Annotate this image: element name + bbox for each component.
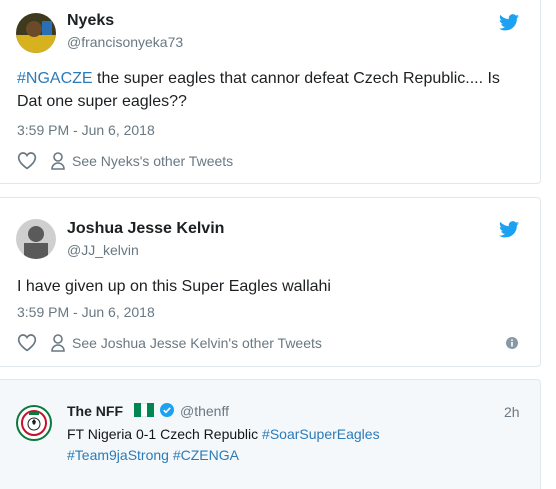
nff-logo-icon[interactable] [16, 405, 52, 441]
author-name[interactable]: Nyeks [67, 12, 114, 30]
hashtag-link[interactable]: #Team9jaStrong [67, 447, 169, 463]
person-icon [51, 151, 65, 170]
nigeria-flag-icon [134, 403, 155, 417]
person-icon [51, 333, 65, 352]
embedded-author-handle[interactable]: @thenff [180, 403, 229, 419]
hashtag-link[interactable]: #NGACZE [17, 70, 93, 87]
tweet-card-joshua: Joshua Jesse Kelvin @JJ_kelvin I have gi… [0, 197, 541, 367]
embedded-tweet-text: FT Nigeria 0-1 Czech Republic #SoarSuper… [67, 424, 507, 466]
tweet-actions: See Nyeks's other Tweets [17, 151, 233, 170]
embedded-timestamp[interactable]: 2h [504, 404, 520, 420]
tweet-text: #NGACZE the super eagles that cannor def… [17, 67, 517, 113]
hashtag-link[interactable]: #SoarSuperEagles [262, 426, 380, 442]
other-tweets-link[interactable]: See Nyeks's other Tweets [72, 153, 233, 169]
avatar[interactable] [16, 13, 56, 53]
other-tweets-link[interactable]: See Joshua Jesse Kelvin's other Tweets [72, 335, 322, 351]
tweet-timestamp[interactable]: 3:59 PM - Jun 6, 2018 [17, 304, 155, 320]
hashtag-link[interactable]: #CZENGA [173, 447, 239, 463]
tweet-text: I have given up on this Super Eagles wal… [17, 278, 331, 295]
info-icon[interactable] [506, 337, 518, 349]
heart-icon[interactable] [17, 333, 37, 352]
author-handle[interactable]: @francisonyeka73 [67, 34, 183, 50]
author-handle[interactable]: @JJ_kelvin [67, 242, 139, 258]
twitter-bird-icon[interactable] [499, 221, 519, 238]
heart-icon[interactable] [17, 151, 37, 170]
author-name[interactable]: Joshua Jesse Kelvin [67, 220, 224, 238]
tweet-card-nyeks: Nyeks @francisonyeka73 #NGACZE the super… [0, 0, 541, 184]
avatar[interactable] [16, 219, 56, 259]
embedded-author-name[interactable]: The NFF [67, 403, 123, 419]
tweet-actions: See Joshua Jesse Kelvin's other Tweets [17, 333, 322, 352]
verified-badge-icon [160, 403, 174, 417]
embedded-text-body: FT Nigeria 0-1 Czech Republic [67, 426, 263, 442]
twitter-bird-icon[interactable] [499, 14, 519, 31]
tweet-timestamp[interactable]: 3:59 PM - Jun 6, 2018 [17, 122, 155, 138]
